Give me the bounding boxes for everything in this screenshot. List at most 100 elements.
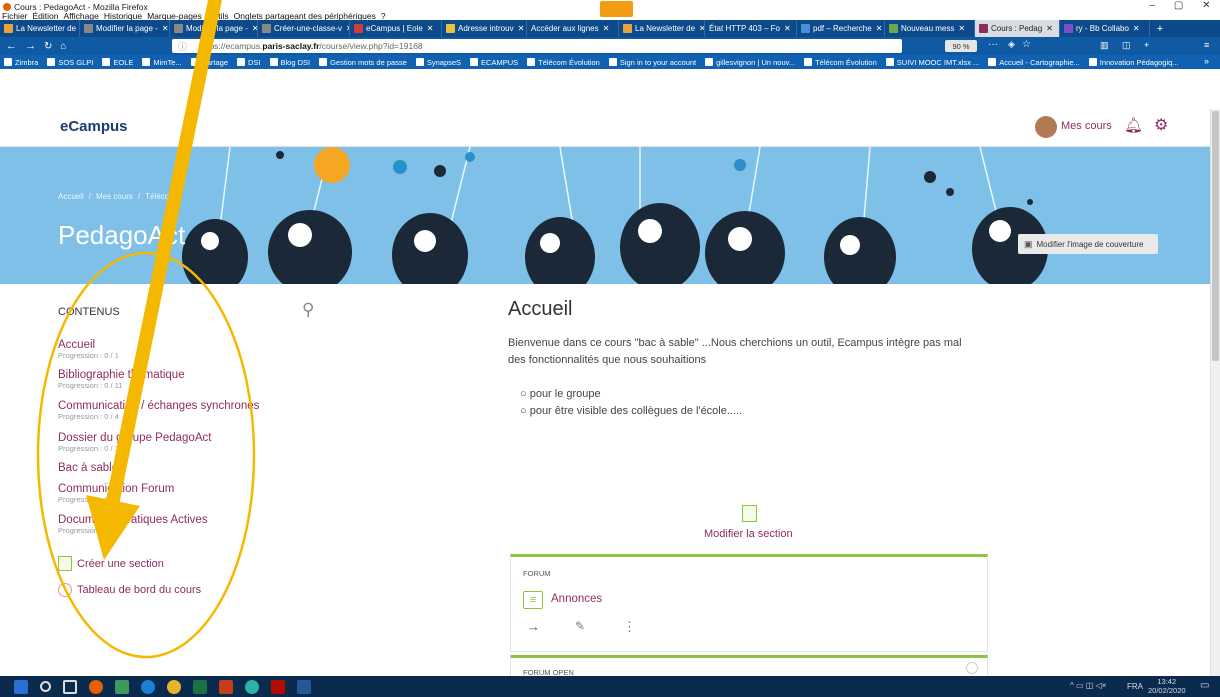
section-item[interactable]: Documents Pratiques Actives Progression :… [58,514,208,535]
close-tab-icon[interactable]: ✕ [1133,24,1140,33]
section-item[interactable]: Bac à sable [58,462,118,474]
bookmark-item[interactable]: gillesvignon | Un nouv... [705,58,795,67]
clock[interactable]: 13:42 20/02/2020 [1148,677,1186,695]
section-item[interactable]: Accueil Progression : 0 / 1 [58,339,119,360]
language-indicator[interactable]: FRA [1127,682,1143,691]
tab-12-active[interactable]: Cours : Pedag ✕ [975,20,1060,37]
bookmark-item[interactable]: Télécom Évolution [527,58,600,67]
tab-1[interactable]: La Newsletter de✕ [0,20,80,37]
file-explorer-icon[interactable] [115,679,129,694]
bell-icon[interactable]: 🔔︎ [1124,116,1143,134]
close-tab-icon[interactable]: ✕ [784,24,791,33]
excel-icon[interactable] [193,679,207,694]
tab-9[interactable]: État HTTP 403 – Fo ✕ [705,20,797,37]
close-tab-icon[interactable]: ✕ [162,24,169,33]
page-scrollbar[interactable] [1210,109,1220,676]
chrome-icon[interactable] [167,679,181,694]
search-taskbar-icon[interactable] [40,681,51,692]
section-item[interactable]: Communication / échanges synchrones Progr… [58,400,259,421]
home-icon[interactable]: ⌂ [60,41,66,52]
minimize-button[interactable]: – [1149,0,1155,14]
acrobat-icon[interactable] [271,679,285,694]
close-tab-icon[interactable]: ✕ [958,24,965,33]
bookmark-item[interactable]: DSI [237,58,261,67]
bookmark-item[interactable]: Partage [190,58,228,67]
mes-cours-link[interactable]: Mes cours [1061,120,1112,132]
bookmark-star-icon[interactable]: ☆ [1022,39,1031,50]
tab-4[interactable]: Créer-une-classe-v✕ [258,20,350,37]
activity-title[interactable]: Annonces [551,593,602,605]
tray-icons[interactable]: ^ ▭ ◫ ◁× [1070,681,1106,690]
firefox-taskbar-icon[interactable] [89,679,103,694]
close-tab-icon[interactable]: ✕ [1046,24,1053,33]
close-button[interactable]: ✕ [1202,0,1210,14]
bookmark-item[interactable]: Blog DSI [269,58,310,67]
breadcrumb-telecom[interactable]: Télécom... [145,192,182,201]
scrollbar-thumb[interactable] [1212,111,1219,361]
teams-icon[interactable] [245,679,259,694]
close-tab-icon[interactable]: ✕ [603,24,610,33]
bookmark-item[interactable]: Accueil - Cartographie... [988,58,1080,67]
bookmarks-overflow-icon[interactable]: » [1204,56,1209,66]
hamburger-menu-icon[interactable]: ≡ [1204,40,1209,50]
forward-icon[interactable]: → [25,40,36,52]
notifications-icon[interactable]: ▭ [1200,680,1209,691]
arrow-right-icon[interactable]: → [527,619,540,634]
section-item[interactable]: Dossier du groupe PedagoAct Progression :… [58,432,211,453]
tab-3[interactable]: Modifier la page - ✕ [170,20,258,37]
edit-section-icon[interactable] [742,505,757,522]
breadcrumb-mes-cours[interactable]: Mes cours [96,192,133,201]
pocket-icon[interactable]: ◈ [1008,39,1015,50]
create-section-link[interactable]: Créer une section [58,556,164,571]
tab-2[interactable]: Modifier la page - ✕ [80,20,170,37]
info-icon[interactable]: ⓘ [178,40,187,53]
edit-section-link[interactable]: Modifier la section [704,528,793,540]
section-item[interactable]: Communication Forum Progression : 0 / 2 [58,483,174,504]
powerpoint-icon[interactable] [219,679,233,694]
tab-6[interactable]: Adresse introuv ✕ [442,20,527,37]
edit-cover-button[interactable]: ▣ Modifier l'image de couverture [1018,234,1158,254]
tab-13[interactable]: ry - Bb Collabo ✕ [1060,20,1150,37]
pencil-icon[interactable]: ✎ [575,619,585,633]
page-actions-button[interactable]: ··· [988,39,998,50]
notification-icon[interactable] [600,1,633,17]
plus-icon[interactable]: + [1144,40,1149,50]
bookmark-item[interactable]: Gestion mots de passe [319,58,407,67]
close-tab-icon[interactable]: ✕ [427,24,434,33]
reload-icon[interactable]: ↻ [44,41,52,52]
bookmark-item[interactable]: Zimbra [4,58,38,67]
bookmark-item[interactable]: ECAMPUS [470,58,518,67]
bookmark-item[interactable]: SOS GLPI [47,58,93,67]
tab-10[interactable]: pdf – Recherche ✕ [797,20,885,37]
close-tab-icon[interactable]: ✕ [876,24,883,33]
new-tab-button[interactable]: + [1150,20,1170,37]
sidebar-icon[interactable]: ◫ [1122,40,1131,51]
back-icon[interactable]: ← [6,40,17,52]
maximize-button[interactable]: ▢ [1174,0,1183,14]
url-bar[interactable]: ⓘ https://ecampus. paris-saclay.fr/course… [172,39,902,53]
bookmark-item[interactable]: Télécom Évolution [804,58,877,67]
bookmark-item[interactable]: Sign in to your account [608,58,696,67]
windows-start-icon[interactable] [14,679,28,694]
bookmark-item[interactable]: SUIVI MOOC IMT.xlsx ... [885,58,979,67]
section-item[interactable]: Bibliographie thématique Progression : 0 … [58,369,185,390]
tab-11[interactable]: Nouveau mess ✕ [885,20,975,37]
tab-7[interactable]: Accéder aux lignes ✕ [527,20,619,37]
course-dashboard-link[interactable]: Tableau de bord du cours [58,583,201,597]
task-view-icon[interactable] [63,679,77,694]
library-icon[interactable]: ▥ [1100,40,1109,51]
completion-check-icon[interactable] [966,662,978,674]
more-options-icon[interactable]: ⋮ [623,619,636,635]
bookmark-item[interactable]: Innovation Pédagogiq... [1088,58,1179,67]
word-icon[interactable] [297,679,311,694]
gear-icon[interactable]: ⚙ [1154,115,1168,135]
window-controls[interactable]: – ▢ ✕ [1140,0,1220,14]
close-tab-icon[interactable]: ✕ [518,24,525,33]
brand-logo[interactable]: eCampus [60,118,128,135]
avatar[interactable] [1035,116,1057,138]
edge-icon[interactable] [141,679,155,694]
zoom-indicator[interactable]: 90 % [945,40,977,52]
breadcrumb-home[interactable]: Accueil [58,192,84,201]
bookmark-item[interactable]: EOLE [102,58,133,67]
tab-5[interactable]: eCampus | Eole ✕ [350,20,442,37]
